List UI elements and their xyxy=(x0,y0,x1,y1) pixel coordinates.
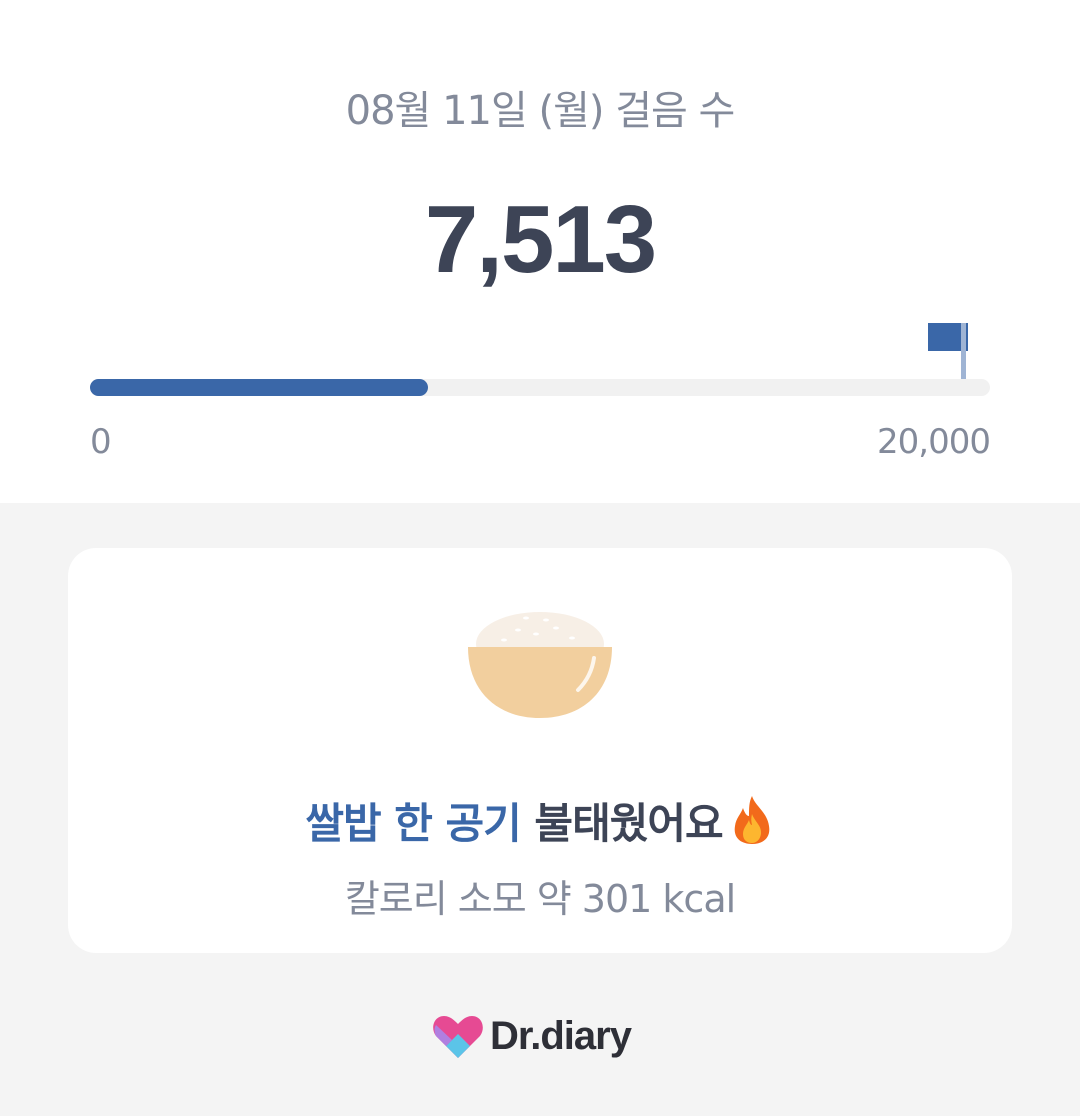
step-count: 7,513 xyxy=(424,186,657,293)
heart-logo-icon xyxy=(433,1016,483,1058)
date-title: 08월 11일 (월) 걸음 수 xyxy=(345,88,736,134)
calorie-card: 쌀밥 한 공기 불태웠어요 칼로리 소모 약 301 kcal xyxy=(68,548,1012,953)
step-progress-fill xyxy=(90,379,429,396)
calorie-text: 칼로리 소모 약 301 kcal xyxy=(344,877,736,921)
fire-icon xyxy=(734,796,769,844)
brand-footer: Dr.diary xyxy=(432,1008,632,1064)
step-summary-section: 08월 11일 (월) 걸음 수 7,513 0 20,000 xyxy=(0,0,1080,503)
rice-bowl-icon xyxy=(468,612,612,718)
burned-label: 불태웠어요 xyxy=(520,799,723,848)
step-progress-bar xyxy=(90,379,990,396)
goal-flag-icon xyxy=(928,323,968,380)
progress-min-label: 0 xyxy=(90,422,112,462)
progress-max-label: 20,000 xyxy=(877,422,991,462)
burned-food-name: 쌀밥 한 공기 xyxy=(305,799,521,848)
brand-name: Dr.diary xyxy=(490,1013,632,1058)
burned-food-message: 쌀밥 한 공기 불태웠어요 xyxy=(68,790,1012,851)
